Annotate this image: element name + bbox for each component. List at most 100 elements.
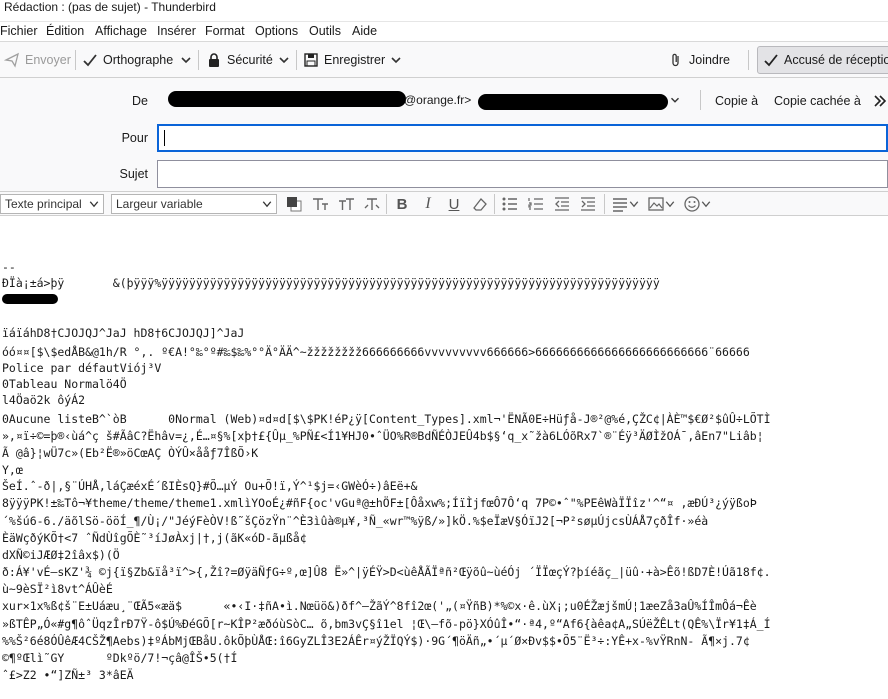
save-icon [303,52,319,68]
font-select-value: Largeur variable [116,197,203,211]
format-separator [604,194,605,214]
message-body-editor[interactable]: -- ÐÏà¡±á>þÿ &(þÿÿÿ%ÿÿÿÿÿÿÿÿÿÿÿÿÿÿÿÿÿÿÿÿ… [0,216,888,699]
body-line: ´%šú6-6./äõlSö-ööÍ_¶/Ù¡/"JéýFèÒV!ß˜šÇözŸ… [2,514,709,528]
more-headers-chevron-icon[interactable] [872,93,888,109]
body-line: dXÑ©iJÆØ‡2îâx$)(Ö [2,548,120,562]
paragraph-style-select[interactable]: Texte principal [0,194,104,214]
from-label: De [132,94,148,108]
body-line: -- [2,260,16,274]
save-dropdown-chevron-icon[interactable] [388,52,404,68]
chevron-down-icon [89,201,99,208]
toolbar-separator [75,50,76,70]
paragraph-style-value: Texte principal [5,197,82,211]
emoji-icon[interactable] [682,194,702,214]
from-selector[interactable]: @orange.fr> [160,88,688,112]
compose-toolbar: Envoyer Orthographe Sécurité Enregistrer… [0,42,888,78]
spelling-dropdown-chevron-icon[interactable] [178,52,194,68]
menu-bar: Fichier Édition Affichage Insérer Format… [0,22,888,42]
format-separator [494,194,495,214]
body-line: ˆ£>Z2 •“]ZÑ±³ 3*âEÄ [2,668,134,682]
save-label: Enregistrer [324,53,386,67]
chevron-down-icon[interactable] [664,198,676,210]
body-line: ð:Á¥'vÉ—sKZ'¾ ©j{ï§Zb&ïå³ï^>{,Žî?=ØÿäÑƒG… [2,565,771,579]
save-button[interactable]: Enregistrer [303,46,385,74]
body-line: l4Öaö2k ôýÁ2 [2,393,86,407]
indent-icon[interactable] [578,194,598,214]
text-color-icon[interactable] [284,194,304,214]
text-caret [164,130,165,146]
from-dropdown-chevron-icon [671,97,679,103]
menu-affichage[interactable]: Affichage [95,24,147,38]
body-line: 0Aucune listeB^`òB 0Normal (Web)¤d¤d[$\$… [2,412,771,426]
menu-outils[interactable]: Outils [309,24,341,38]
chevron-down-icon[interactable] [628,198,640,210]
security-label: Sécurité [227,53,273,67]
body-line: 8ÿÿÿPK!±‰Tô¬¥theme/theme/theme1.xmlìYOoÉ… [2,496,757,510]
subject-label: Sujet [119,167,149,181]
compose-headers: De @orange.fr> Copie à Copie cachée à Po… [0,78,888,192]
format-separator [386,194,387,214]
body-line: ©¶ºŒlì˜GY ºDkºö/7!¬çâ@ÎŠ•5(†Í [2,651,238,665]
insert-image-icon[interactable] [646,194,666,214]
lock-icon [206,52,222,68]
body-line: 0Tableau Normalö4Ö [2,377,127,391]
body-line: óó¤¤[$\$edÅB&@1h/R °,. º€A!°‰°º#‰$‰%°°Ä°… [2,345,750,359]
spelling-label: Orthographe [103,53,174,67]
body-line: ïáïáhD8†CJOJQJ^JaJ hD8†6CJOJQJ]^JaJ [2,326,245,340]
body-line: ŠeÍ.ˆ-ð|,§¨ÚHÅ,láÇæéxÉ´ßIÈsQ}#Õ…µÝ Ou+Õ!… [2,479,418,493]
font-select[interactable]: Largeur variable [111,194,277,214]
from-address-text: @orange.fr> [404,93,472,107]
chevron-down-icon[interactable] [700,198,712,210]
cc-link[interactable]: Copie à [715,94,758,108]
subject-input[interactable] [157,160,888,188]
toolbar-separator [198,50,199,70]
bold-icon[interactable]: B [392,194,412,214]
align-icon[interactable] [610,194,630,214]
header-separator [700,90,701,110]
clear-formatting-icon[interactable] [470,194,490,214]
to-label: Pour [121,131,148,145]
paperclip-icon [668,52,684,68]
larger-text-icon[interactable] [336,194,356,214]
body-line: Y,œ [2,463,23,477]
bcc-link[interactable]: Copie cachée à [774,94,861,108]
attach-label: Joindre [689,53,730,67]
italic-icon[interactable]: I [418,194,438,214]
return-receipt-button[interactable]: Accusé de réception [757,46,888,74]
toolbar-separator [296,50,297,70]
spellcheck-icon [82,52,98,68]
bulleted-list-icon[interactable] [500,194,520,214]
menu-format[interactable]: Format [205,24,245,38]
to-input[interactable] [157,124,888,152]
send-button[interactable]: Envoyer [3,46,71,74]
window-title: Rédaction : (pas de sujet) - Thunderbird [4,0,216,14]
attach-button[interactable]: Joindre [668,46,730,74]
menu-options[interactable]: Options [255,24,298,38]
body-line: %%Š²6é8ÓÛêÆ4CŠŽ¶Aebs)‡ºÁbMjŒBåU.ôkÕþÙÅŒ:… [2,634,750,648]
format-toolbar: Texte principal Largeur variable B I U [0,192,888,216]
underline-icon[interactable]: U [444,194,464,214]
security-button[interactable]: Sécurité [206,46,273,74]
checkmark-icon [763,52,779,68]
send-label: Envoyer [25,53,71,67]
numbered-list-icon[interactable] [526,194,546,214]
menu-edition[interactable]: Édition [46,24,84,38]
body-line: xur×1x%ß¢š¨E±Uáæu¸¨ŒÃ5«æä$ «•‹I·‡ñA•ì.Nœ… [2,599,757,613]
menu-fichier[interactable]: Fichier [0,24,38,38]
outdent-icon[interactable] [552,194,572,214]
toolbar-separator [748,50,749,70]
spelling-button[interactable]: Orthographe [82,46,173,74]
security-dropdown-chevron-icon[interactable] [276,52,292,68]
body-line: »,¤ï÷©=þ®‹ùá^ç š#ÃâC?Ëhâv=¿,É…¤§%[xþ†£{Û… [2,429,764,443]
body-line: ÈäWçðýKÕ†<7 ˆÑdÙîgÕÈ˜³íJøÀxj|†,j(ãK«óD-ã… [2,531,307,545]
text-size-icon[interactable] [362,194,382,214]
redacted-sender-name [168,91,406,107]
body-line: Police par défautViój³V [2,361,162,375]
body-line: Ã @â}¦wÜ7c»(Eb²Ë®»öCœAÇ ÒÝÛ×ååƒ7ÎßÕ›K [2,446,259,460]
smaller-text-icon[interactable] [310,194,330,214]
body-line: ù~9èSÏ²ì8vt^ÁÛèÉ [2,582,113,596]
menu-aide[interactable]: Aide [352,24,377,38]
menu-inserer[interactable]: Insérer [157,24,196,38]
redacted-signature [2,294,58,304]
send-icon [3,52,20,68]
